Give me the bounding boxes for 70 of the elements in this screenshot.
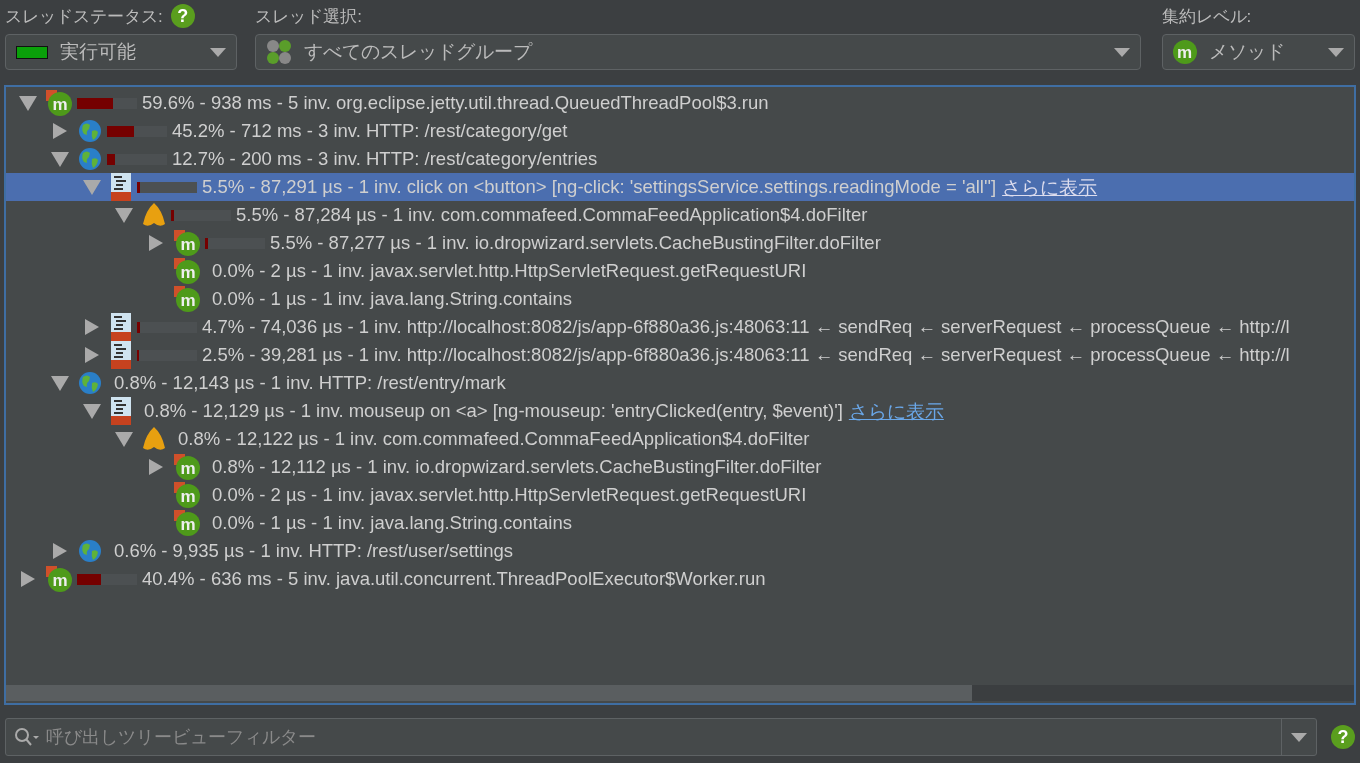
- call-text: 12.7% - 200 ms - 3 inv. HTTP: /rest/category/entries: [172, 148, 598, 170]
- tree-row[interactable]: 5.5% - 87,284 µs - 1 inv. com.commafeed.CommaFeedApplication$4.doFilter: [6, 201, 1354, 229]
- tree-row[interactable]: m 0.0% - 1 µs - 1 inv. java.lang.String.contains: [6, 285, 1354, 313]
- method-icon: m: [174, 482, 200, 508]
- help-icon[interactable]: ?: [170, 4, 195, 28]
- script-file-icon: [110, 341, 132, 369]
- call-text: 59.6% - 938 ms - 5 inv. org.eclipse.jetty.util.thread.QueuedThreadPool$3.run: [142, 92, 769, 114]
- method-icon: m: [46, 90, 72, 116]
- call-text: 0.8% - 12,129 µs - 1 inv. mouseup on <a> [ng-mouseup: 'entryClicked(entry, $event)']: [144, 400, 843, 422]
- tree-row[interactable]: m 0.0% - 1 µs - 1 inv. java.lang.String.contains: [6, 509, 1354, 537]
- call-text: 4.7% - 74,036 µs - 1 inv. http://localhost:8082/js/app-6f880a36.js:48063:11 ← sendReq ← serverRequest ← processQueue ← http://l: [202, 316, 1290, 338]
- call-text: 0.0% - 1 µs - 1 inv. java.lang.String.contains: [212, 512, 572, 534]
- script-file-icon: [110, 313, 132, 341]
- globe-icon: [78, 147, 102, 171]
- call-text: 40.4% - 636 ms - 5 inv. java.util.concurrent.ThreadPoolExecutor$Worker.run: [142, 568, 766, 590]
- tree-row[interactable]: 0.8% - 12,122 µs - 1 inv. com.commafeed.CommaFeedApplication$4.doFilter: [6, 425, 1354, 453]
- tree-row[interactable]: 5.5% - 87,291 µs - 1 inv. click on <button> [ng-click: 'settingsService.settings.readingMode = 'all''] さらに表示: [6, 173, 1354, 201]
- runnable-status-icon: [16, 45, 48, 59]
- call-text: 0.8% - 12,112 µs - 1 inv. io.dropwizard.servlets.CacheBustingFilter.doFilter: [212, 456, 822, 478]
- thread-status-label: スレッドステータス:: [5, 5, 163, 28]
- script-file-icon: [110, 173, 132, 201]
- show-more-link[interactable]: さらに表示: [848, 398, 944, 424]
- search-icon: [14, 727, 40, 747]
- filter-field[interactable]: 呼び出しツリービューフィルター: [5, 718, 1318, 756]
- aggregation-level-dropdown[interactable]: m メソッド: [1161, 34, 1355, 70]
- thread-selection-label: スレッド選択:: [255, 5, 363, 28]
- aggregation-level-label: 集約レベル:: [1161, 5, 1252, 28]
- method-icon: m: [174, 286, 200, 312]
- tree-row[interactable]: m 5.5% - 87,277 µs - 1 inv. io.dropwizard.servlets.CacheBustingFilter.doFilter: [6, 229, 1354, 257]
- method-icon: m: [46, 566, 72, 592]
- call-text: 45.2% - 712 ms - 3 inv. HTTP: /rest/category/get: [172, 120, 568, 142]
- thread-group-icon: [266, 39, 293, 65]
- call-text: 0.8% - 12,143 µs - 1 inv. HTTP: /rest/entry/mark: [114, 372, 506, 394]
- thread-selection-dropdown[interactable]: すべてのスレッドグループ: [255, 34, 1141, 70]
- show-more-link[interactable]: さらに表示: [1002, 174, 1098, 200]
- method-icon: m: [174, 258, 200, 284]
- tree-row[interactable]: m 59.6% - 938 ms - 5 inv. org.eclipse.jetty.util.thread.QueuedThreadPool$3.run: [6, 89, 1354, 117]
- call-text: 5.5% - 87,284 µs - 1 inv. com.commafeed.CommaFeedApplication$4.doFilter: [236, 204, 868, 226]
- globe-icon: [78, 371, 102, 395]
- filter-icon: [142, 202, 166, 228]
- tree-row[interactable]: 0.8% - 12,129 µs - 1 inv. mouseup on <a> [ng-mouseup: 'entryClicked(entry, $event)'] さらに表示: [6, 397, 1354, 425]
- call-text: 0.0% - 1 µs - 1 inv. java.lang.String.contains: [212, 288, 572, 310]
- method-icon: m: [1172, 40, 1197, 64]
- help-icon[interactable]: ?: [1331, 725, 1355, 749]
- caret-icon: [1113, 47, 1130, 57]
- caret-icon: [210, 47, 227, 57]
- tree-row[interactable]: 2.5% - 39,281 µs - 1 inv. http://localhost:8082/js/app-6f880a36.js:48063:11 ← sendReq ← serverRequest ← processQueue ← http://l: [6, 341, 1354, 369]
- script-file-icon: [110, 397, 132, 425]
- scrollbar-thumb[interactable]: [6, 685, 972, 701]
- tree-row[interactable]: m 0.0% - 2 µs - 1 inv. javax.servlet.http.HttpServletRequest.getRequestURI: [6, 257, 1354, 285]
- method-icon: m: [174, 510, 200, 536]
- tree-row[interactable]: 45.2% - 712 ms - 3 inv. HTTP: /rest/category/get: [6, 117, 1354, 145]
- call-text: 0.6% - 9,935 µs - 1 inv. HTTP: /rest/user/settings: [114, 540, 513, 562]
- globe-icon: [78, 119, 102, 143]
- call-text: 2.5% - 39,281 µs - 1 inv. http://localhost:8082/js/app-6f880a36.js:48063:11 ← sendReq ← serverRequest ← processQueue ← http://l: [202, 344, 1290, 366]
- tree-row[interactable]: m 0.0% - 2 µs - 1 inv. javax.servlet.http.HttpServletRequest.getRequestURI: [6, 481, 1354, 509]
- thread-status-dropdown[interactable]: 実行可能: [5, 34, 238, 70]
- caret-icon: [1328, 47, 1344, 57]
- method-icon: m: [174, 230, 200, 256]
- filter-icon: [142, 426, 166, 452]
- filter-input[interactable]: 呼び出しツリービューフィルター: [44, 725, 1282, 749]
- globe-icon: [78, 539, 102, 563]
- tree-row[interactable]: m 40.4% - 636 ms - 5 inv. java.util.concurrent.ThreadPoolExecutor$Worker.run: [6, 565, 1354, 593]
- call-text: 5.5% - 87,277 µs - 1 inv. io.dropwizard.servlets.CacheBustingFilter.doFilter: [270, 232, 881, 254]
- call-text: 0.0% - 2 µs - 1 inv. javax.servlet.http.HttpServletRequest.getRequestURI: [212, 260, 807, 282]
- call-text: 0.8% - 12,122 µs - 1 inv. com.commafeed.CommaFeedApplication$4.doFilter: [178, 428, 810, 450]
- tree-row[interactable]: 0.8% - 12,143 µs - 1 inv. HTTP: /rest/entry/mark: [6, 369, 1354, 397]
- call-text: 5.5% - 87,291 µs - 1 inv. click on <button> [ng-click: 'settingsService.settings.readingMode = 'all'']: [202, 176, 997, 198]
- method-icon: m: [174, 454, 200, 480]
- call-text: 0.0% - 2 µs - 1 inv. javax.servlet.http.HttpServletRequest.getRequestURI: [212, 484, 807, 506]
